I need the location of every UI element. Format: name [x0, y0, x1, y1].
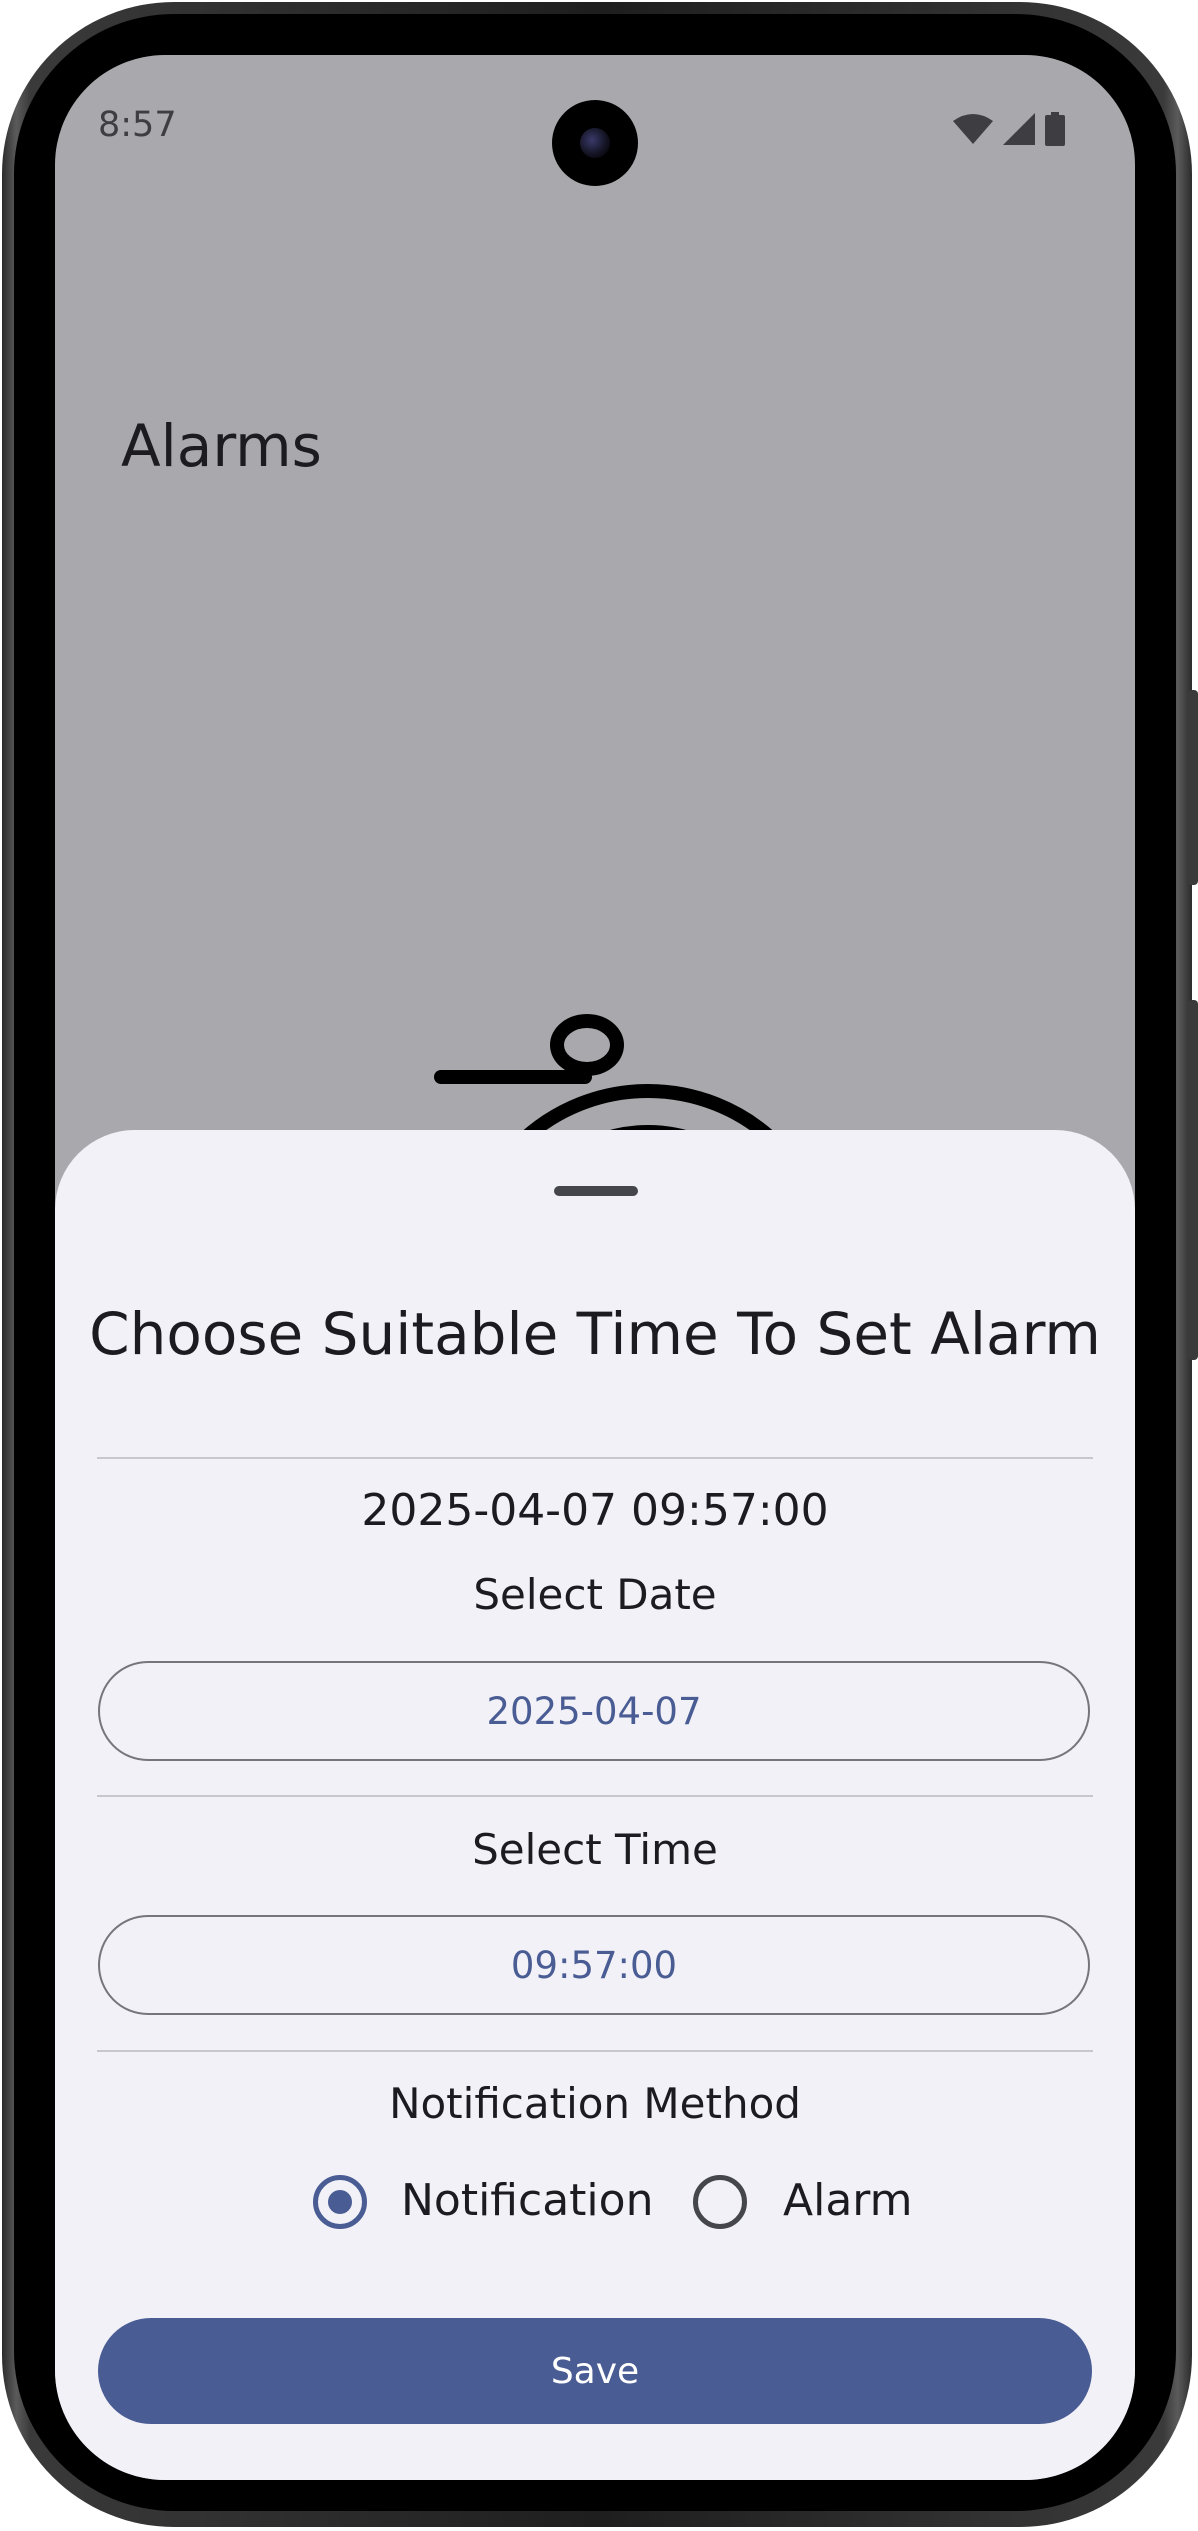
alarm-option-label[interactable]: Alarm: [783, 2175, 912, 2226]
divider: [97, 1795, 1093, 1797]
front-camera: [552, 100, 638, 186]
phone-device: 8:57 Alarms Choose Suitable Time To Set …: [0, 0, 1198, 2531]
drag-handle[interactable]: [554, 1186, 638, 1196]
save-button[interactable]: Save: [98, 2318, 1092, 2424]
status-bar: 8:57: [55, 55, 1135, 195]
battery-icon: [1045, 112, 1065, 146]
divider: [97, 2050, 1093, 2052]
alarm-radio[interactable]: [693, 2175, 747, 2229]
wifi-icon: [953, 114, 993, 144]
selected-datetime: 2025-04-07 09:57:00: [361, 1485, 829, 1536]
power-button: [1188, 690, 1198, 885]
bottom-sheet: Choose Suitable Time To Set Alarm 2025-0…: [55, 1130, 1135, 2480]
signal-icon: [1003, 113, 1035, 145]
notification-method-label: Notification Method: [389, 2079, 801, 2128]
status-icons: [953, 111, 1065, 147]
notification-radio[interactable]: [313, 2175, 367, 2229]
notification-option-label[interactable]: Notification: [401, 2175, 653, 2226]
sheet-title: Choose Suitable Time To Set Alarm: [89, 1300, 1101, 1368]
status-time: 8:57: [98, 105, 177, 145]
date-field[interactable]: 2025-04-07: [98, 1661, 1090, 1761]
select-time-label: Select Time: [472, 1825, 718, 1874]
select-date-label: Select Date: [473, 1570, 717, 1619]
divider: [97, 1457, 1093, 1459]
time-field[interactable]: 09:57:00: [98, 1915, 1090, 2015]
page-title: Alarms: [121, 412, 322, 480]
volume-button: [1188, 1000, 1198, 1360]
notification-method-group: Notification Alarm: [55, 2162, 1135, 2242]
screen: 8:57 Alarms Choose Suitable Time To Set …: [55, 55, 1135, 2480]
